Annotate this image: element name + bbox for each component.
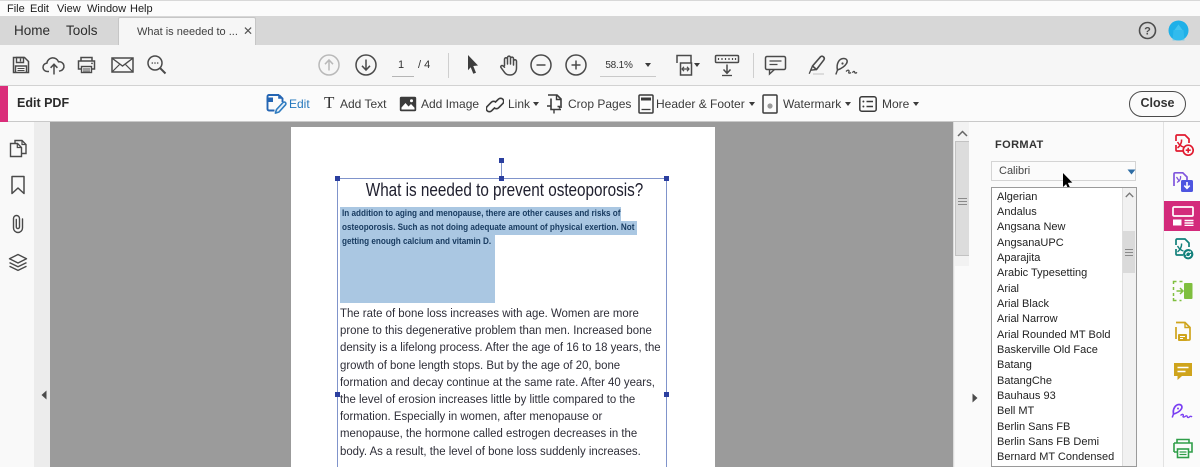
svg-text:?: ? bbox=[1144, 26, 1151, 38]
